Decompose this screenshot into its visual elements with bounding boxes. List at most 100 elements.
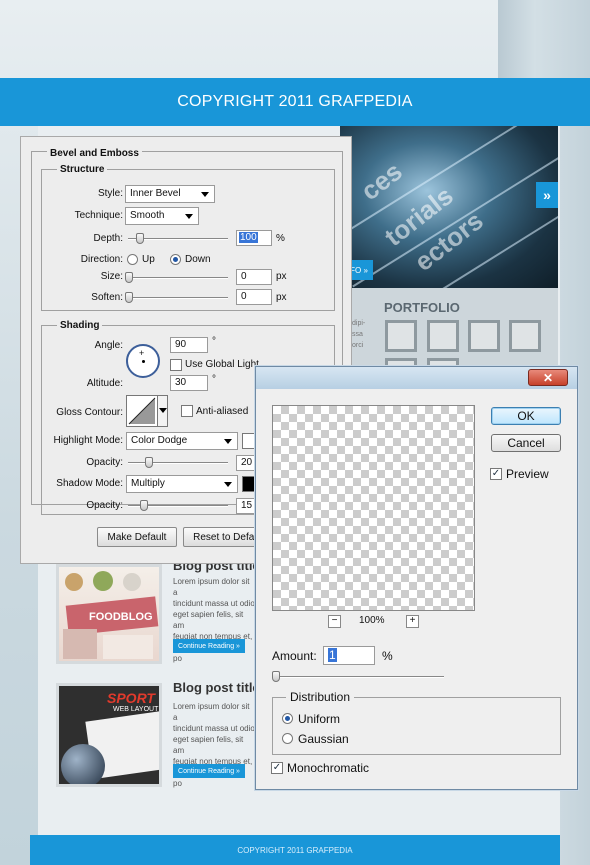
crosshair-icon: + xyxy=(139,348,145,358)
sport-thumb-label: SPORT xyxy=(107,690,155,706)
uniform-radio[interactable] xyxy=(282,713,293,724)
zoom-out-button[interactable]: − xyxy=(328,615,341,628)
depth-label: Depth: xyxy=(93,233,123,244)
size-slider-thumb[interactable] xyxy=(125,272,133,283)
direction-down-label[interactable]: Down xyxy=(185,254,211,265)
side-text-line: dipi- xyxy=(352,320,366,327)
post-title[interactable]: Blog post title xyxy=(173,680,260,695)
noise-preview-area[interactable] xyxy=(272,405,475,611)
food-thumb-label: FOODBLOG xyxy=(89,611,153,623)
direction-down-radio[interactable] xyxy=(170,254,181,265)
website-header-bar: COPYRIGHT 2011 GRAFPEDIA xyxy=(0,78,590,126)
anti-aliased-checkbox[interactable] xyxy=(181,405,193,417)
size-label: Size: xyxy=(100,271,123,282)
soften-slider-thumb[interactable] xyxy=(125,292,133,303)
preview-checkbox[interactable]: ✓ xyxy=(490,468,502,480)
portfolio-thumbnail[interactable] xyxy=(468,320,500,352)
preview-label[interactable]: Preview xyxy=(506,467,549,481)
chevron-down-icon xyxy=(224,439,232,444)
soften-slider-track[interactable] xyxy=(128,297,228,299)
highlight-mode-label: Highlight Mode: xyxy=(53,435,123,446)
continue-reading-button[interactable]: Continue Reading » xyxy=(173,764,245,778)
monochromatic-label[interactable]: Monochromatic xyxy=(287,761,369,775)
size-input[interactable]: 0 xyxy=(236,269,272,285)
uniform-label[interactable]: Uniform xyxy=(298,712,340,726)
amount-unit: % xyxy=(382,649,393,663)
shadow-mode-label: Shadow Mode: xyxy=(56,478,123,489)
monochromatic-checkbox[interactable]: ✓ xyxy=(271,762,283,774)
amount-slider-track[interactable] xyxy=(272,676,444,678)
altitude-input[interactable]: 30 xyxy=(170,375,208,391)
soften-input[interactable]: 0 xyxy=(236,289,272,305)
contour-curve-icon xyxy=(128,397,156,425)
highlight-opacity-slider-track[interactable] xyxy=(128,462,228,464)
website-footer-bar: COPYRIGHT 2011 GRAFPEDIA xyxy=(30,835,560,865)
depth-input[interactable]: 100 xyxy=(236,230,272,246)
highlight-mode-dropdown[interactable]: Color Dodge xyxy=(126,432,238,450)
anti-aliased-label[interactable]: Anti-aliased xyxy=(196,406,248,417)
angle-wheel[interactable]: + xyxy=(126,344,160,378)
angle-label: Angle: xyxy=(94,340,123,351)
size-slider-track[interactable] xyxy=(128,277,228,279)
shadow-opacity-label: Opacity: xyxy=(86,500,123,511)
direction-up-radio[interactable] xyxy=(127,254,138,265)
structure-heading: Structure xyxy=(57,164,108,175)
technique-label: Technique: xyxy=(74,210,123,221)
portfolio-title: PORTFOLIO xyxy=(384,300,460,315)
size-unit: px xyxy=(276,271,287,282)
distribution-heading: Distribution xyxy=(286,690,355,704)
use-global-light-label[interactable]: Use Global Light xyxy=(185,359,259,370)
gaussian-radio[interactable] xyxy=(282,733,293,744)
zoom-in-button[interactable]: + xyxy=(406,615,419,628)
gloss-contour-label: Gloss Contour: xyxy=(56,407,123,418)
depth-slider-thumb[interactable] xyxy=(136,233,144,244)
style-dropdown[interactable]: Inner Bevel xyxy=(125,185,215,203)
use-global-light-checkbox[interactable] xyxy=(170,359,182,371)
ok-button[interactable]: OK xyxy=(491,407,561,425)
side-text-line: orci xyxy=(352,342,364,349)
soften-label: Soften: xyxy=(91,292,123,303)
shadow-mode-dropdown[interactable]: Multiply xyxy=(126,475,238,493)
zoom-level: 100% xyxy=(359,615,385,626)
distribution-group xyxy=(272,697,561,755)
header-copyright: COPYRIGHT 2011 GRAFPEDIA xyxy=(177,93,413,110)
cancel-button[interactable]: Cancel xyxy=(491,434,561,452)
highlight-opacity-label: Opacity: xyxy=(86,457,123,468)
amount-input[interactable]: 1 xyxy=(323,646,375,665)
technique-dropdown[interactable]: Smooth xyxy=(125,207,199,225)
hero-next-arrow-icon[interactable]: » xyxy=(536,182,558,208)
close-icon[interactable]: ✕ xyxy=(528,369,568,386)
chevron-down-icon xyxy=(224,482,232,487)
bevel-emboss-heading: Bevel and Emboss xyxy=(47,148,142,159)
altitude-label: Altitude: xyxy=(86,378,123,389)
depth-unit: % xyxy=(276,233,285,244)
amount-slider-thumb[interactable] xyxy=(272,671,280,682)
chevron-down-icon xyxy=(201,192,209,197)
portfolio-thumbnail[interactable] xyxy=(385,320,417,352)
soften-unit: px xyxy=(276,292,287,303)
hero-word: ces xyxy=(355,155,408,207)
altitude-unit: ° xyxy=(212,374,216,385)
direction-label: Direction: xyxy=(80,254,123,265)
direction-up-label[interactable]: Up xyxy=(142,254,155,265)
style-label: Style: xyxy=(97,188,123,199)
footer-copyright: COPYRIGHT 2011 GRAFPEDIA xyxy=(237,845,353,855)
angle-input[interactable]: 90 xyxy=(170,337,208,353)
gaussian-label[interactable]: Gaussian xyxy=(298,732,349,746)
chevron-down-icon xyxy=(185,214,193,219)
portfolio-thumbnail[interactable] xyxy=(509,320,541,352)
gloss-contour-picker[interactable] xyxy=(126,395,168,427)
shading-heading: Shading xyxy=(57,320,103,331)
post-thumbnail-sport[interactable]: SPORT WEB LAYOUT xyxy=(56,683,162,787)
portfolio-thumbnail[interactable] xyxy=(427,320,459,352)
angle-unit: ° xyxy=(212,336,216,347)
make-default-button[interactable]: Make Default xyxy=(97,527,177,547)
amount-label: Amount: xyxy=(272,649,317,663)
shadow-opacity-slider-thumb[interactable] xyxy=(140,500,148,511)
chevron-down-icon[interactable] xyxy=(157,396,167,426)
side-text-line: ssa xyxy=(352,331,363,338)
add-noise-dialog: ✕ − 100% + OK Cancel ✓ Preview Amount: 1… xyxy=(255,366,578,790)
post-thumbnail-food[interactable]: FOODBLOG xyxy=(56,564,162,664)
highlight-opacity-slider-thumb[interactable] xyxy=(145,457,153,468)
continue-reading-button[interactable]: Continue Reading » xyxy=(173,639,245,653)
